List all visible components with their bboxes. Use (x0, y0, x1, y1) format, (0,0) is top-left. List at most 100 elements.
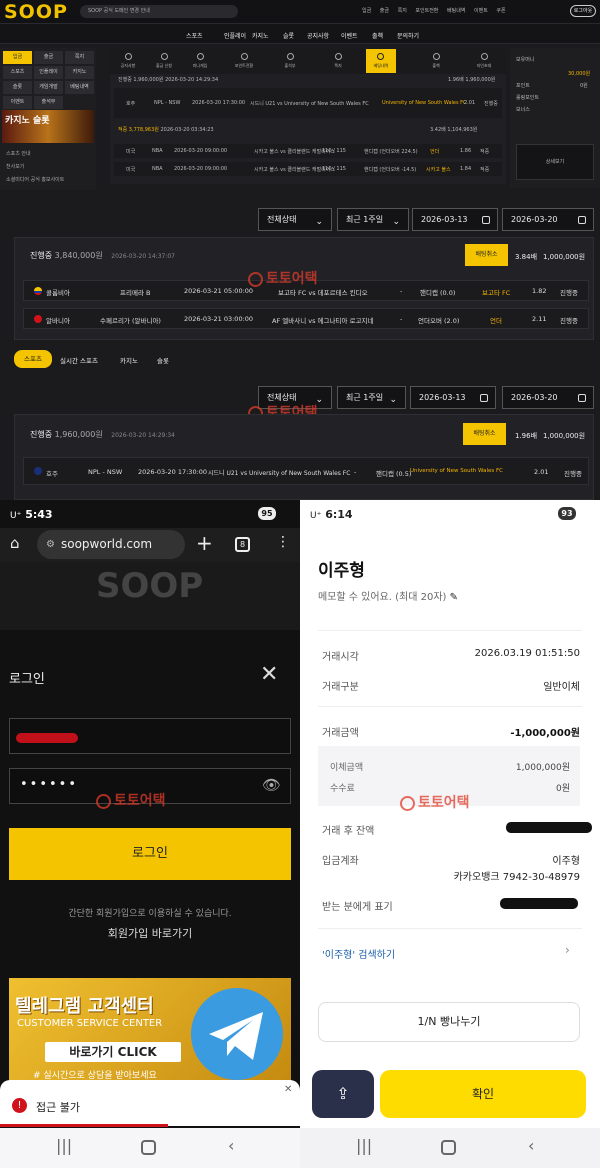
pencil-icon[interactable]: ✎ (450, 592, 458, 603)
confirm-button[interactable]: 확인 (380, 1070, 586, 1118)
tab-slot[interactable]: 슬롯 (157, 355, 169, 365)
mini-match-3-pick: 시카고 불스 (426, 167, 451, 173)
date-from-input[interactable]: 2026-03-13 (412, 208, 498, 231)
home-nav-icon[interactable] (141, 1140, 156, 1155)
tabs-icon[interactable]: 8 (235, 537, 250, 552)
search-name-link[interactable]: '이주형' 검색하기 (322, 946, 395, 961)
home-icon[interactable]: ⌂ (10, 534, 20, 552)
bet-card-1: 진행중 3,840,000원 2026-03-20 14:37:07 배팅취소 … (14, 237, 594, 340)
login-button[interactable]: 로그인 (9, 828, 291, 880)
mini-row-1-date: 2026-03-20 14:29:34 (165, 77, 219, 83)
nav-attendance[interactable]: 출석부 (276, 49, 304, 73)
transfer-value: 1,000,000원 (515, 763, 570, 773)
bet1-cancel-button[interactable]: 배팅취소 (465, 244, 508, 266)
toplink-points[interactable]: 포인트전환 (415, 8, 438, 14)
banner-click-button[interactable]: 바로가기 CLICK (45, 1042, 181, 1062)
lp-sports[interactable]: 스포츠 (3, 66, 32, 79)
sidebar-link-guide[interactable]: 스포츠 안내 (6, 148, 64, 161)
tab-sports[interactable]: 스포츠 (14, 350, 52, 368)
tab-casino[interactable]: 카지노 (120, 355, 138, 365)
close-icon[interactable]: ✕ (284, 1084, 292, 1095)
memo-field[interactable]: 메모할 수 있어요. (최대 20자) ✎ (318, 588, 458, 603)
logout-button[interactable]: 로그아웃 (570, 5, 596, 17)
nav-minigame[interactable]: 미니게임 (186, 49, 214, 73)
period-select[interactable]: 최근 1주일 ⌄ (337, 208, 409, 231)
split-bill-button[interactable]: 1/N 빵나누기 (318, 1002, 580, 1042)
period-select-2[interactable]: 최근 1주일 ⌄ (337, 386, 406, 409)
nav-notice[interactable]: 공지사항 (114, 49, 142, 73)
target-icon (400, 795, 415, 811)
eye-off-icon[interactable]: 👁 (262, 776, 281, 794)
close-icon[interactable]: ✕ (260, 662, 278, 687)
sidebar-link-social[interactable]: 소셜미디어 공식 홍보사이트 (6, 174, 64, 187)
menu-sports[interactable]: 스포츠 (186, 31, 203, 40)
toplink-withdraw[interactable]: 출금 (380, 8, 389, 14)
bet2-cancel-button[interactable]: 배팅취소 (463, 423, 506, 445)
notice-ticker[interactable]: SOOP 공식 도메인 변경 안내 (80, 5, 238, 18)
status-select-2-label: 전체상태 (267, 393, 297, 402)
nav-bethistory[interactable]: 베팅내역 (366, 49, 396, 73)
back-icon[interactable]: ‹ (228, 1136, 234, 1155)
rp-detail-button[interactable]: 상세보기 (516, 144, 594, 180)
lp-minigame[interactable]: 게임개발 (34, 81, 63, 94)
site-info-icon[interactable]: ⚙ (46, 530, 55, 559)
bet2-row-time: 2026-03-20 17:30:00 (138, 468, 208, 476)
toplink-deposit[interactable]: 입금 (362, 8, 371, 14)
nav-checkin[interactable]: 출첵 (422, 49, 450, 73)
toplink-event[interactable]: 이벤트 (474, 8, 488, 14)
balance-label: 거래 후 잔액 (322, 826, 375, 837)
bet2-row-league: NPL - NSW (88, 468, 123, 476)
toplink-message[interactable]: 쪽지 (398, 8, 407, 14)
site-logo[interactable]: SOOP (4, 1, 68, 23)
bet1-row-1-pick: 보고타 FC (482, 289, 511, 297)
nav-points[interactable]: 포인트전환 (230, 49, 258, 73)
url-field[interactable]: ⚙ soopworld.com (37, 530, 185, 559)
mini-match-3-league: NBA (152, 166, 163, 172)
date-to-input-2[interactable]: 2026-03-20 (502, 386, 594, 409)
menu-attendance[interactable]: 출첵 (372, 31, 383, 40)
home-nav-icon[interactable] (441, 1140, 456, 1155)
mini-row-1-status: 진행중 (118, 77, 132, 83)
signup-link[interactable]: 회원가입 바로가기 (0, 925, 300, 941)
recent-apps-icon[interactable]: ||| (356, 1136, 372, 1155)
recent-apps-icon[interactable]: ||| (56, 1136, 72, 1155)
chevron-right-icon[interactable]: › (565, 943, 570, 957)
username-input[interactable] (9, 718, 291, 754)
lp-attendance[interactable]: 출석부 (34, 96, 63, 109)
menu-inquiry[interactable]: 문의하기 (397, 31, 419, 40)
bet1-odds: 3.84배 (515, 253, 538, 261)
tab-live-sports[interactable]: 실시간 스포츠 (60, 355, 98, 365)
new-tab-icon[interactable]: + (196, 531, 213, 555)
carrier-icon: U⁺ (10, 511, 22, 521)
bet1-row-2-time: 2026-03-21 03:00:00 (184, 315, 254, 323)
menu-event[interactable]: 이벤트 (341, 31, 358, 40)
lp-withdraw[interactable]: 출금 (34, 51, 63, 64)
lp-casino[interactable]: 카지노 (65, 66, 94, 79)
toplink-bethistory[interactable]: 베팅내역 (447, 8, 465, 14)
lp-deposit[interactable]: 입금 (3, 51, 32, 64)
back-icon[interactable]: ‹ (528, 1136, 534, 1155)
casino-banner[interactable]: 카지노 슬롯 (2, 110, 94, 143)
lp-slot[interactable]: 슬롯 (3, 81, 32, 94)
sidebar-link-view[interactable]: 천사보기 (6, 161, 64, 174)
nav-message[interactable]: 쪽지 (324, 49, 352, 73)
lp-bethistory[interactable]: 베팅내역 (65, 81, 94, 94)
lp-message[interactable]: 쪽지 (65, 51, 94, 64)
date-from-input-2[interactable]: 2026-03-13 (410, 386, 496, 409)
nav-invite[interactable]: 지인초대 (470, 49, 498, 73)
flag-icon (34, 467, 42, 477)
target-icon (96, 793, 111, 809)
lp-inplay[interactable]: 인플레이 (34, 66, 63, 79)
menu-notice[interactable]: 공지사항 (307, 31, 329, 40)
menu-slot[interactable]: 슬롯 (283, 31, 294, 40)
share-icon[interactable]: ⇪ (312, 1070, 374, 1118)
menu-inplay[interactable]: 인플레이 (224, 31, 246, 40)
telegram-banner[interactable]: 텔레그램 고객센터 CUSTOMER SERVICE CENTER 바로가기 C… (9, 978, 291, 1088)
date-to-input[interactable]: 2026-03-20 (502, 208, 594, 231)
lp-event[interactable]: 이벤트 (3, 96, 32, 109)
nav-withdraw[interactable]: 출금 신청 (150, 49, 178, 73)
menu-casino[interactable]: 카지노 (252, 31, 269, 40)
more-icon[interactable]: ⋮ (276, 534, 290, 550)
status-select[interactable]: 전체상태 ⌄ (258, 208, 332, 231)
toplink-coupon[interactable]: 쿠폰 (496, 8, 505, 14)
